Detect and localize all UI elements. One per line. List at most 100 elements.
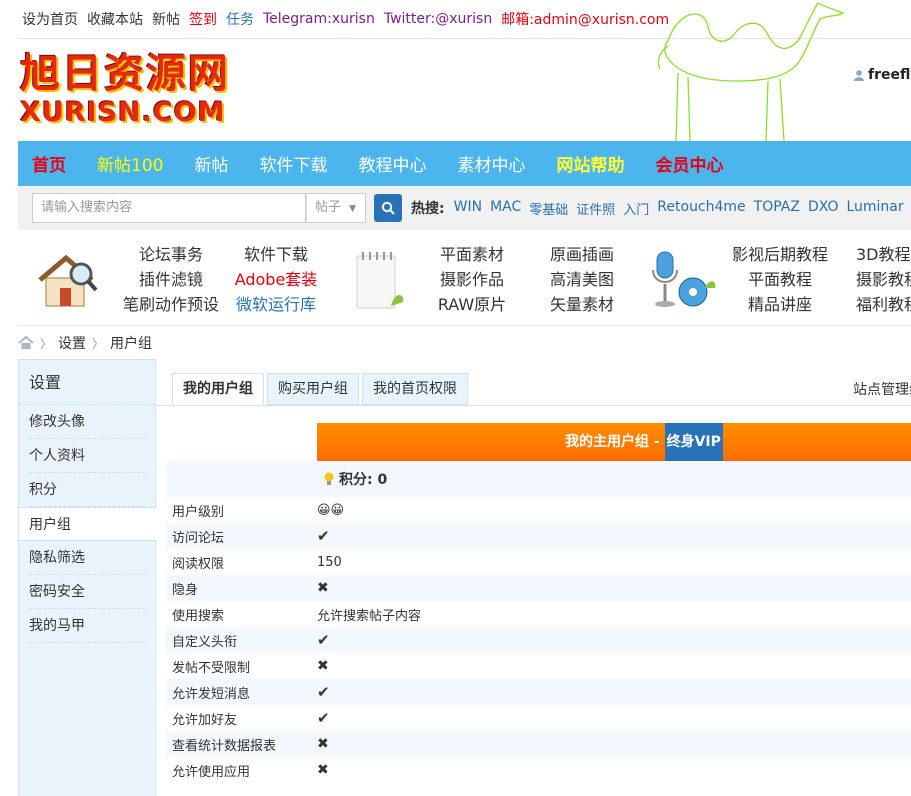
- hot-search-link[interactable]: 证件照: [576, 199, 615, 218]
- permission-name: 隐身: [172, 582, 199, 598]
- hot-search-link[interactable]: Retouch4me: [657, 199, 745, 218]
- permission-value: 允许搜索帖子内容: [317, 608, 422, 624]
- permission-row: 发帖不受限制 ✖: [166, 653, 911, 679]
- top-link[interactable]: 收藏本站: [87, 9, 143, 29]
- category-col-2: 软件下载 Adobe套装 微软运行库: [224, 242, 328, 317]
- permission-row: 使用搜索 允许搜索帖子内容: [166, 601, 911, 627]
- check-icon: ✔: [317, 631, 330, 649]
- home-icon[interactable]: [18, 336, 34, 350]
- top-link[interactable]: 任务: [226, 9, 254, 29]
- main-group-banner: 我的主用户组 - 终身VIP: [317, 423, 911, 461]
- search-type-select[interactable]: 帖子 ▼: [306, 193, 366, 223]
- category-link[interactable]: 原画插画: [534, 242, 630, 267]
- top-link[interactable]: 设为首页: [22, 9, 78, 29]
- sidebar-item[interactable]: 密码安全: [29, 575, 145, 609]
- nav-item[interactable]: 新帖100: [97, 151, 163, 176]
- category-link[interactable]: 摄影教程: [856, 267, 911, 292]
- top-link[interactable]: Twitter:@xurisn: [384, 11, 492, 27]
- main-group-prefix: 我的主用户组 -: [565, 434, 665, 450]
- hot-search-link[interactable]: DXO: [808, 199, 839, 218]
- nav-item[interactable]: 新帖: [194, 151, 228, 176]
- nav-item[interactable]: 软件下载: [259, 151, 327, 176]
- permission-row: 访问论坛 ✔: [166, 523, 911, 549]
- hot-search-links: WIN MAC 零基础 证件照 入门 Retouch4me TOPAZ DXO Luminar: [454, 199, 904, 218]
- logo-chinese-text: 旭日资源网: [20, 51, 230, 97]
- top-link[interactable]: 签到: [189, 9, 217, 29]
- username[interactable]: freefly: [868, 67, 911, 83]
- camel-doodle-image: [657, 2, 845, 142]
- microphone-film-icon: [652, 251, 716, 307]
- admin-group-link[interactable]: 站点管理组: [853, 379, 911, 399]
- category-link[interactable]: 矢量素材: [534, 292, 630, 317]
- category-link[interactable]: 微软运行库: [224, 292, 328, 317]
- breadcrumb-settings[interactable]: 设置: [58, 333, 86, 353]
- sidebar-item[interactable]: 修改头像: [29, 405, 145, 439]
- main-group-vip: 终身VIP: [664, 423, 723, 461]
- tab-item[interactable]: 我的首页权限: [362, 373, 468, 405]
- hot-search-link[interactable]: 入门: [623, 199, 649, 218]
- permission-value: 150: [317, 554, 342, 570]
- category-link[interactable]: RAW原片: [424, 292, 520, 317]
- category-block: 论坛事务 插件滤镜 笔刷动作预设 软件下载 Adobe套装 微软运行库 平面素材 摄影作品…: [18, 230, 911, 326]
- cross-icon: ✖: [317, 658, 329, 674]
- category-link[interactable]: 平面素材: [424, 242, 520, 267]
- category-link[interactable]: 福利教程: [856, 292, 911, 317]
- tab-item[interactable]: 我的用户组: [172, 373, 264, 405]
- hot-search-link[interactable]: WIN: [454, 199, 482, 218]
- category-link[interactable]: 摄影作品: [424, 267, 520, 292]
- hot-search-link[interactable]: TOPAZ: [754, 199, 800, 218]
- category-link[interactable]: 3D教程: [856, 242, 911, 267]
- top-link[interactable]: 新帖: [152, 9, 180, 29]
- chevron-right-icon: 〉: [92, 336, 105, 351]
- score-row: 积分: 0: [166, 461, 911, 497]
- permission-row: 用户级别 😀😀: [166, 497, 911, 523]
- search-button[interactable]: [374, 194, 402, 222]
- top-link[interactable]: 邮箱:admin@xurisn.com: [501, 9, 669, 29]
- category-link[interactable]: 插件滤镜: [112, 267, 230, 292]
- nav-item[interactable]: 首页: [32, 151, 66, 176]
- category-link[interactable]: 影视后期教程: [722, 242, 838, 267]
- user-icon: [854, 70, 864, 81]
- permission-name: 访问论坛: [172, 530, 225, 546]
- hot-search-link[interactable]: 零基础: [529, 199, 568, 218]
- sidebar-item[interactable]: 用户组: [18, 507, 156, 541]
- permission-row: 阅读权限 150: [166, 549, 911, 575]
- sidebar-item[interactable]: 我的马甲: [29, 609, 145, 643]
- site-header: 旭日资源网 XURISN.COM freefly: [18, 2, 911, 142]
- category-link[interactable]: 笔刷动作预设: [112, 292, 230, 317]
- logo-domain-text: XURISN.COM: [20, 97, 226, 128]
- category-link[interactable]: Adobe套装: [224, 267, 328, 292]
- hot-search-link[interactable]: Luminar: [846, 199, 903, 218]
- category-link[interactable]: 高清美图: [534, 267, 630, 292]
- sidebar-item[interactable]: 个人资料: [29, 439, 145, 473]
- chevron-down-icon: ▼: [349, 204, 357, 214]
- nav-item[interactable]: 网站帮助: [556, 151, 624, 176]
- category-link[interactable]: 软件下载: [224, 242, 328, 267]
- search-icon: [381, 201, 395, 215]
- top-link[interactable]: Telegram:xurisn: [263, 11, 375, 27]
- permission-row: 允许加好友 ✔: [166, 705, 911, 731]
- nav-item[interactable]: 教程中心: [358, 151, 426, 176]
- hot-search-link[interactable]: MAC: [490, 199, 521, 218]
- category-link[interactable]: 精品讲座: [722, 292, 838, 317]
- check-icon: ✔: [317, 709, 330, 727]
- user-info[interactable]: freefly: [853, 67, 911, 83]
- category-link[interactable]: 平面教程: [722, 267, 838, 292]
- site-logo[interactable]: 旭日资源网 XURISN.COM: [20, 51, 230, 135]
- nav-item[interactable]: 会员中心: [655, 151, 723, 176]
- permission-row: 查看统计数据报表 ✖: [166, 731, 911, 757]
- permission-name: 发帖不受限制: [172, 660, 251, 676]
- search-type-label: 帖子: [315, 200, 342, 215]
- nav-item[interactable]: 素材中心: [457, 151, 525, 176]
- house-search-icon: [38, 254, 98, 307]
- sidebar-item[interactable]: 隐私筛选: [29, 541, 145, 575]
- category-col-4: 原画插画 高清美图 矢量素材: [534, 242, 630, 317]
- sidebar-item[interactable]: 积分: [29, 473, 145, 507]
- tab-item[interactable]: 购买用户组: [267, 373, 359, 405]
- permission-row: 允许发短消息 ✔: [166, 679, 911, 705]
- permission-name: 允许使用应用: [172, 764, 251, 780]
- permission-rows: 用户级别 😀😀 访问论坛 ✔ 阅读权限 150 隐身 ✖ 使用搜索 允许搜索帖子内容 自定义头衔 ✔ 发…: [166, 497, 911, 783]
- category-link[interactable]: 论坛事务: [112, 242, 230, 267]
- permission-name: 使用搜索: [172, 608, 225, 624]
- search-input[interactable]: 请输入搜索内容: [32, 193, 306, 223]
